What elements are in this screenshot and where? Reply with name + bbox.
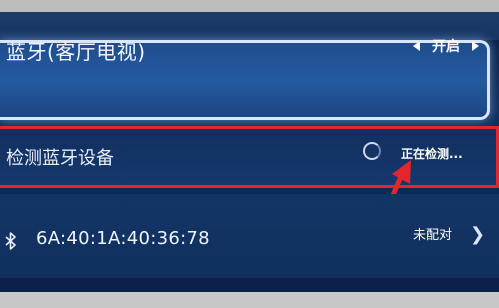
- bottom-bar: [0, 292, 499, 308]
- triangle-left-icon[interactable]: [413, 41, 420, 51]
- bluetooth-icon: [5, 232, 16, 250]
- bluetooth-toggle-value: 开启: [432, 39, 460, 55]
- loading-spinner-icon: [363, 142, 381, 160]
- triangle-right-icon[interactable]: [472, 41, 479, 51]
- bluetooth-toggle-label: 蓝牙(客厅电视): [6, 40, 146, 64]
- detect-devices-label: 检测蓝牙设备: [6, 148, 114, 169]
- bluetooth-toggle-control[interactable]: 开启: [413, 36, 479, 56]
- device-mac-address: 6A:40:1A:40:36:78: [36, 228, 210, 249]
- chevron-right-icon[interactable]: ❯: [470, 224, 485, 245]
- device-pair-status: 未配对: [413, 228, 453, 243]
